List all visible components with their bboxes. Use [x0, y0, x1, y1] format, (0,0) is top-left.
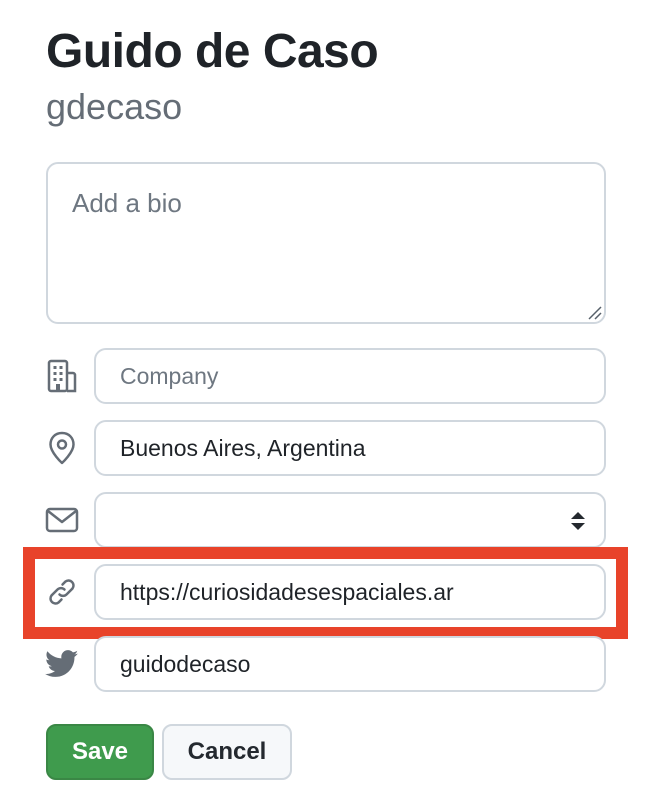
- location-pin-icon: [44, 430, 80, 466]
- location-input[interactable]: Buenos Aires, Argentina: [94, 420, 606, 476]
- bio-textarea[interactable]: [46, 162, 606, 324]
- cancel-button[interactable]: Cancel: [162, 724, 292, 780]
- save-button[interactable]: Save: [46, 724, 154, 780]
- website-input[interactable]: https://curiosidadesespaciales.ar: [94, 564, 606, 620]
- company-input[interactable]: [94, 348, 606, 404]
- twitter-input[interactable]: guidodecaso: [94, 636, 606, 692]
- email-select[interactable]: [94, 492, 606, 548]
- profile-login: gdecaso: [46, 86, 183, 127]
- twitter-bird-icon: [44, 646, 80, 682]
- resize-grip-icon[interactable]: [586, 304, 602, 320]
- select-arrows-icon: [571, 512, 585, 530]
- link-icon: [44, 574, 80, 610]
- building-icon: [44, 358, 80, 394]
- mail-icon: [44, 502, 80, 538]
- profile-name: Guido de Caso: [46, 25, 379, 78]
